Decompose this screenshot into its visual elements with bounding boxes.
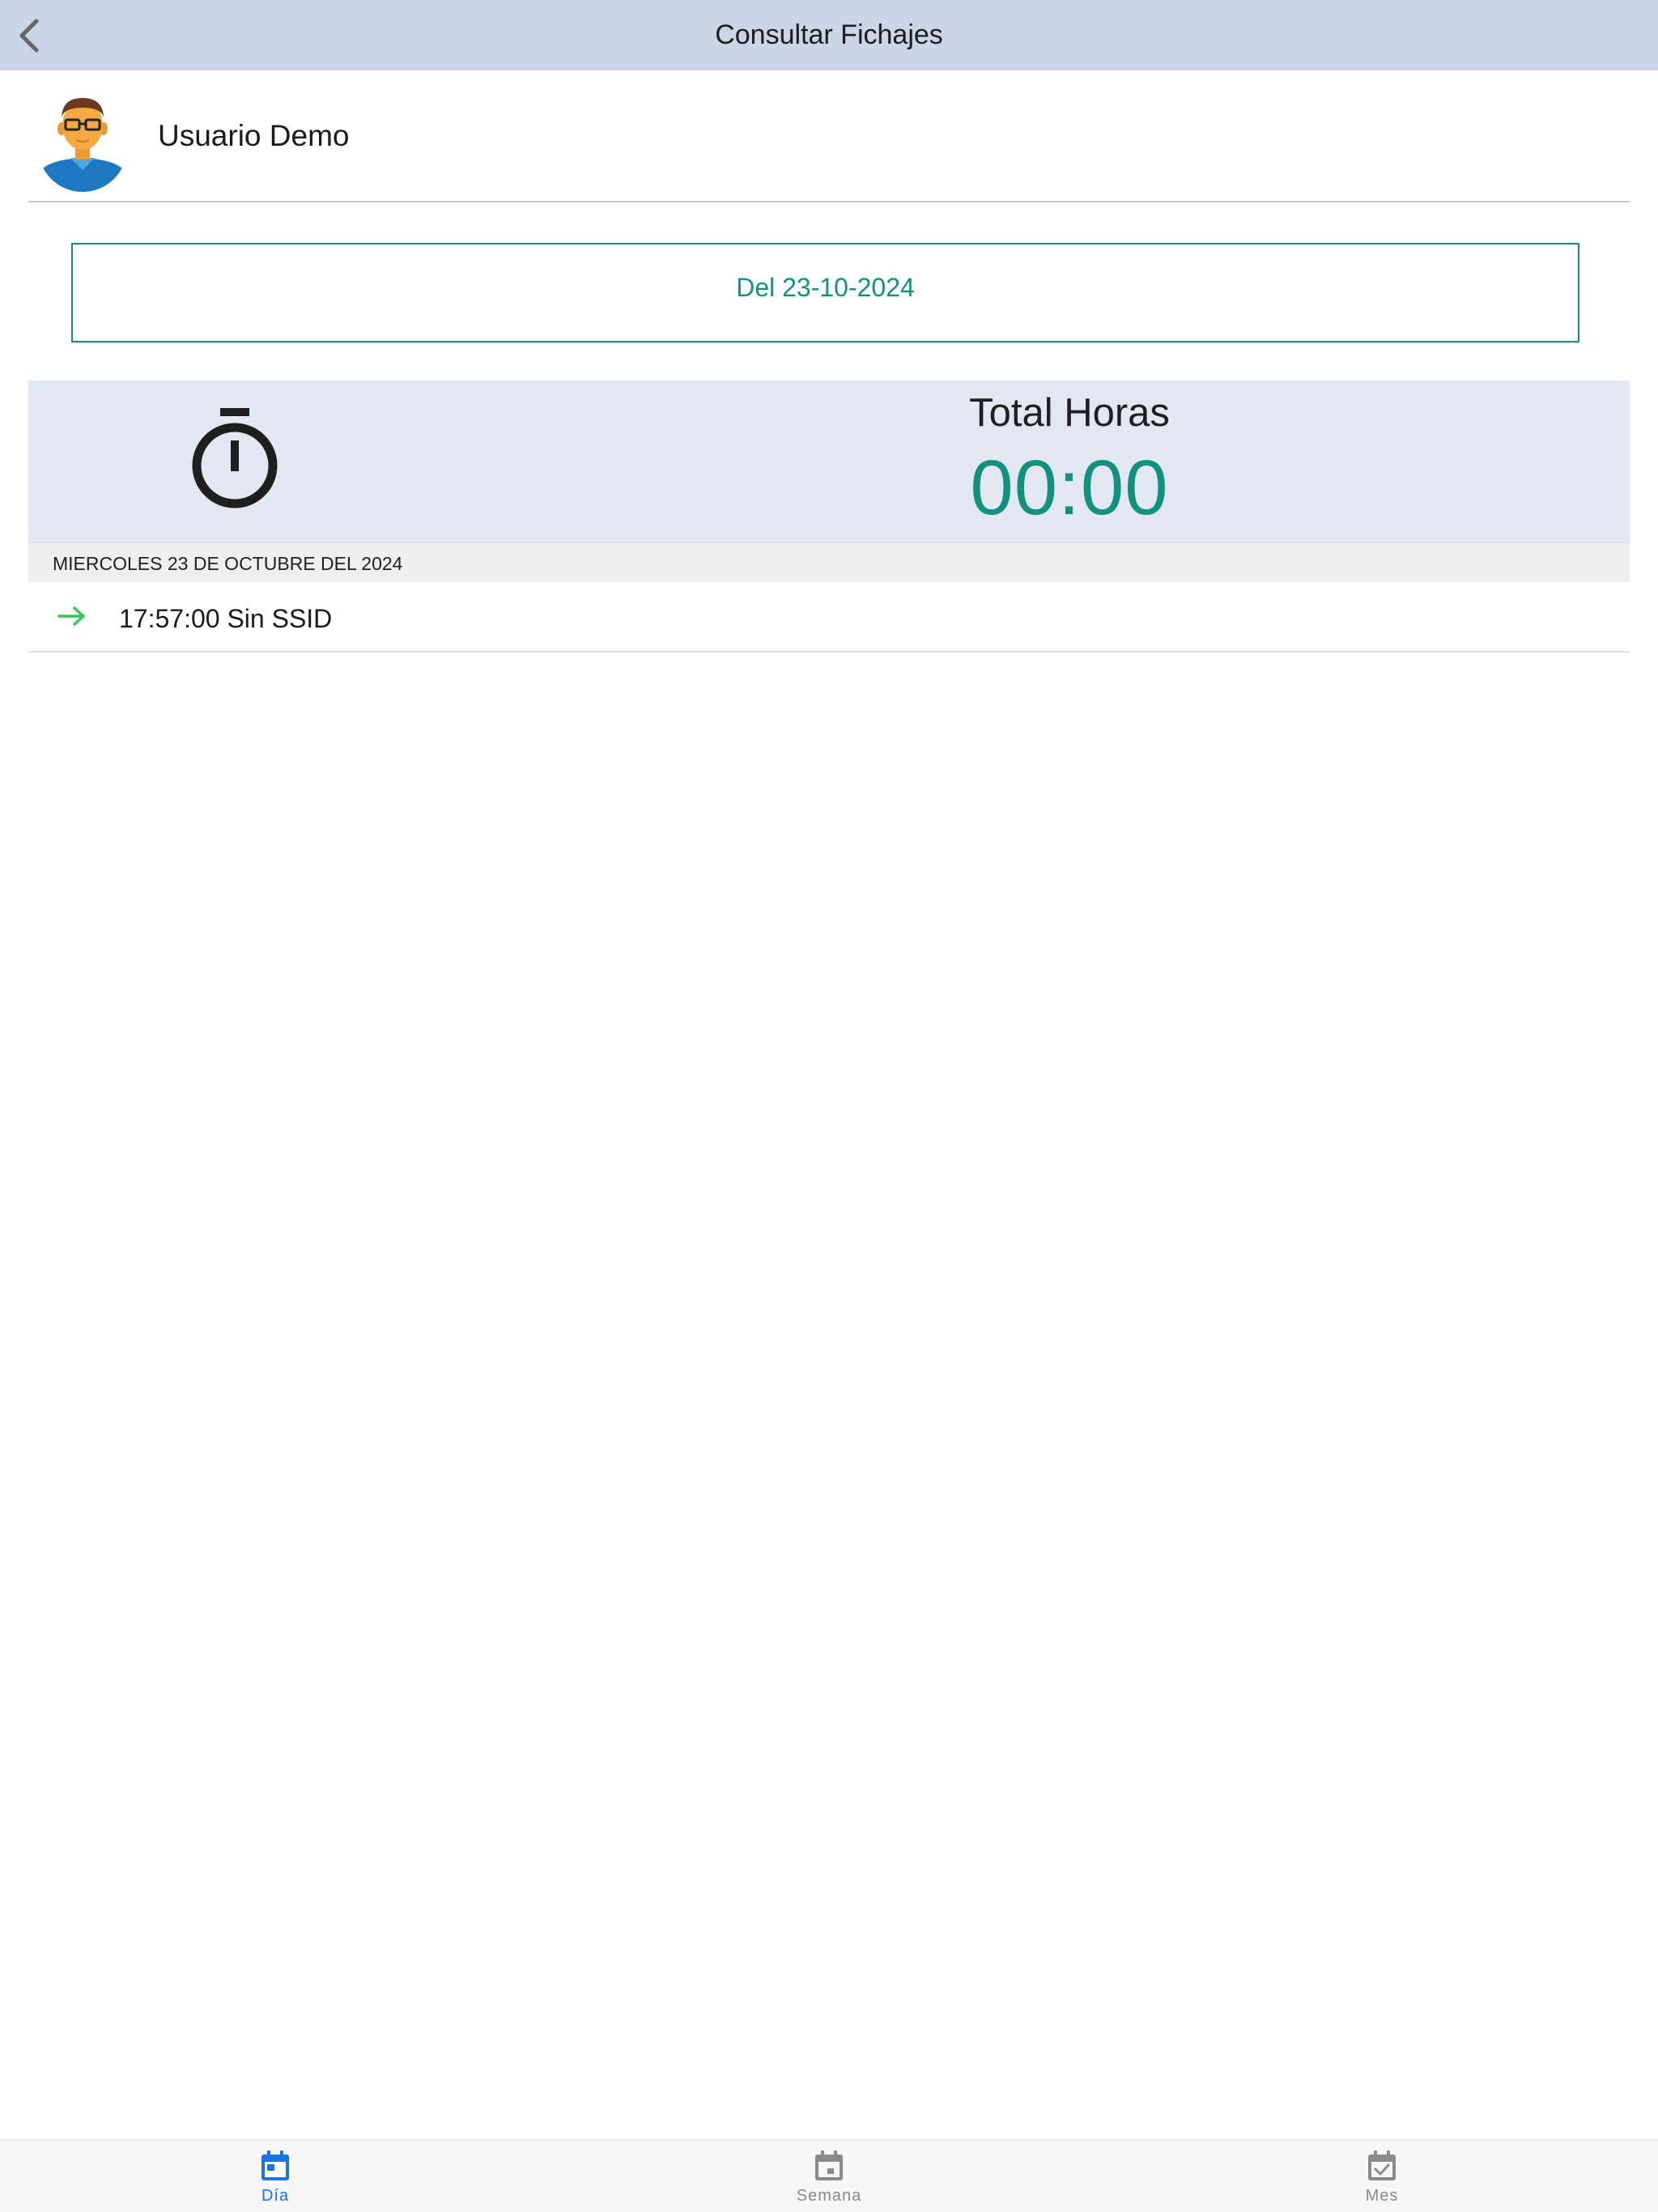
tab-semana[interactable]: Semana [708,2140,950,2212]
day-section-title: MIERCOLES 23 DE OCTUBRE DEL 2024 [53,553,403,574]
total-hours-label: Total Horas [969,391,1170,435]
user-row: Usuario Demo [28,70,1630,202]
tab-mes[interactable]: Mes [1261,2140,1503,2212]
back-button[interactable] [8,15,50,57]
calendar-day-icon [261,2150,289,2180]
tab-dia-label: Día [261,2187,290,2205]
calendar-week-icon [815,2150,843,2180]
app-root: Consultar Fichajes Usuario Demo Del 23-1… [0,0,1658,2212]
total-hours-panel: Total Horas 00:00 [28,381,1630,542]
tab-semana-label: Semana [796,2187,862,2205]
date-selector-button[interactable]: Del 23-10-2024 [71,243,1579,342]
top-bar: Consultar Fichajes [0,0,1658,70]
entry-text: 17:57:00 Sin SSID [119,604,333,633]
user-name: Usuario Demo [158,119,350,152]
chevron-left-icon [19,19,39,53]
list-item[interactable]: 17:57:00 Sin SSID [28,582,1630,653]
date-selector-label: Del 23-10-2024 [736,273,915,302]
total-hours-value: 00:00 [970,445,1169,531]
stopwatch-icon [192,408,278,508]
day-section-header: MIERCOLES 23 DE OCTUBRE DEL 2024 [28,542,1630,582]
page-title: Consultar Fichajes [715,19,943,50]
user-avatar-icon [38,98,127,192]
arrow-right-icon [57,606,85,626]
tab-dia[interactable]: Día [154,2140,397,2212]
calendar-check-icon [1368,2150,1396,2180]
tab-mes-label: Mes [1365,2187,1399,2205]
bottom-tab-bar: Día Semana Mes [0,2139,1658,2212]
